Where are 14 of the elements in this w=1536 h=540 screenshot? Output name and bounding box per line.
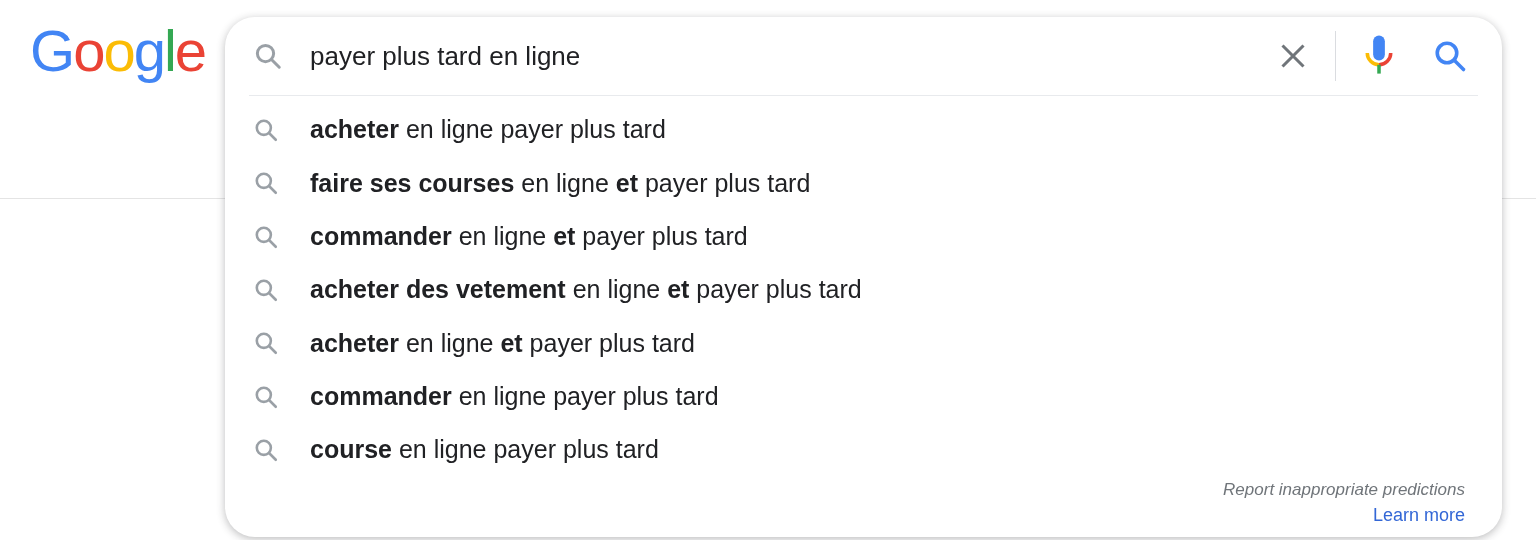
search-icon bbox=[253, 330, 279, 357]
suggestion-item[interactable]: commander en ligne et payer plus tard bbox=[225, 210, 1502, 264]
search-icon bbox=[253, 117, 279, 144]
learn-more-link[interactable]: Learn more bbox=[1372, 502, 1465, 529]
suggestion-item[interactable]: course en ligne payer plus tard bbox=[225, 423, 1502, 477]
search-field[interactable]: payer plus tard en ligne bbox=[310, 36, 1279, 76]
suggestion-item[interactable]: acheter en ligne payer plus tard bbox=[225, 103, 1502, 157]
report-link[interactable]: Report inappropriate predictions bbox=[1223, 476, 1465, 502]
search-icon bbox=[253, 170, 279, 197]
suggestion-item[interactable]: faire ses courses en ligne et payer plus tard bbox=[225, 156, 1502, 210]
suggestion-item[interactable]: commander en ligne payer plus tard bbox=[225, 369, 1502, 424]
suggestion-item[interactable]: acheter en ligne et payer plus tard bbox=[225, 316, 1502, 370]
suggestion-item[interactable]: acheter des vetement en ligne et payer plus tard bbox=[225, 263, 1502, 317]
search-icon bbox=[253, 41, 283, 72]
